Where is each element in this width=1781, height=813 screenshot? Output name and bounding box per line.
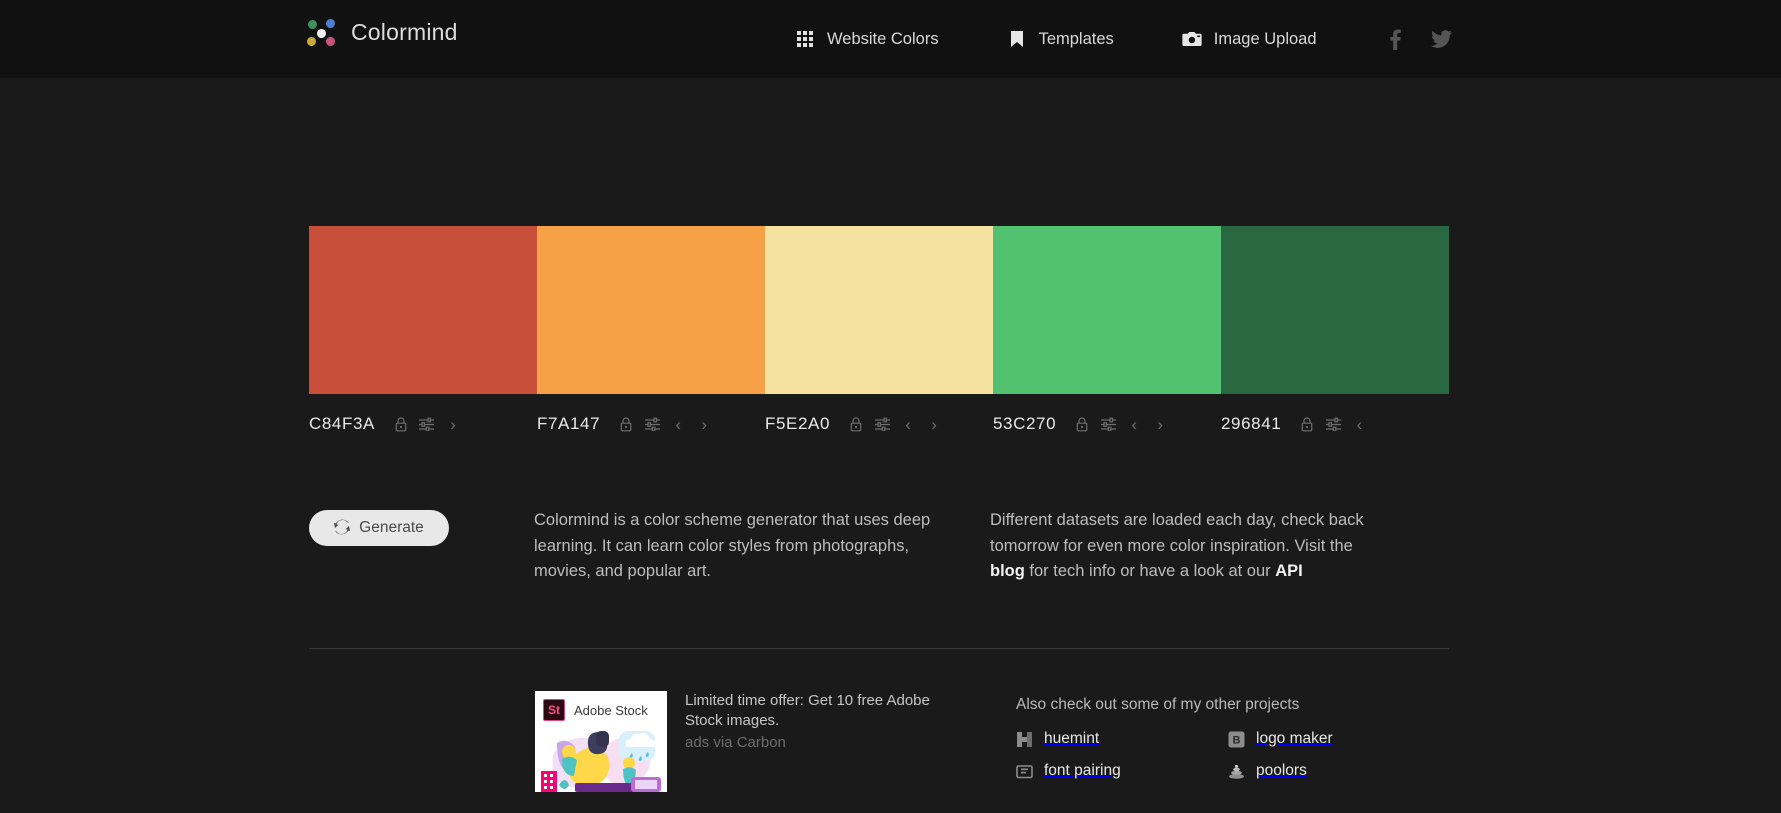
- project-name: logo maker: [1256, 730, 1333, 747]
- sliders-icon[interactable]: [869, 413, 895, 435]
- twitter-icon[interactable]: [1431, 30, 1452, 48]
- prev-color-button[interactable]: ‹: [665, 413, 691, 435]
- color-swatch[interactable]: [309, 226, 537, 394]
- palette-controls: C84F3A › F7A147 ‹ › F5E2A0 ‹ › 53C270 ‹ …: [309, 411, 1449, 437]
- refresh-icon: [334, 519, 351, 538]
- brand-logo[interactable]: Colormind: [305, 17, 458, 48]
- ad-attribution[interactable]: ads via Carbon: [685, 734, 935, 751]
- facebook-icon[interactable]: [1390, 29, 1401, 50]
- nav-label-templates: Templates: [1038, 29, 1114, 48]
- projects-title: Also check out some of my other projects: [1016, 696, 1300, 713]
- ad-copy: Limited time offer: Get 10 free Adobe St…: [685, 691, 935, 792]
- prev-color-button[interactable]: ‹: [895, 413, 921, 435]
- logo-dot-green: [306, 18, 319, 31]
- ad-headline[interactable]: Limited time offer: Get 10 free Adobe St…: [685, 691, 935, 731]
- project-link-logo-maker[interactable]: B logo maker: [1228, 730, 1333, 748]
- poolors-icon: [1228, 763, 1245, 780]
- swatch-controls: C84F3A ›: [309, 411, 537, 437]
- bookmark-icon: [1007, 29, 1027, 49]
- grid-icon: [795, 29, 815, 49]
- hex-value[interactable]: F7A147: [537, 414, 600, 434]
- nav-item-image-upload[interactable]: Image Upload: [1182, 0, 1317, 78]
- color-swatch[interactable]: [765, 226, 993, 394]
- sliders-icon[interactable]: [1320, 413, 1346, 435]
- social-links: [1390, 0, 1452, 78]
- swatch-controls: F5E2A0 ‹ ›: [765, 411, 993, 437]
- next-color-button[interactable]: ›: [1147, 413, 1173, 435]
- project-name: huemint: [1044, 730, 1100, 747]
- blog-link[interactable]: blog: [990, 562, 1025, 580]
- color-palette: [309, 226, 1449, 394]
- project-link-font-pairing[interactable]: font pairing: [1016, 762, 1228, 780]
- prev-color-button[interactable]: ‹: [1121, 413, 1147, 435]
- adobe-stock-name: Adobe Stock: [574, 702, 648, 718]
- next-color-button[interactable]: ›: [691, 413, 717, 435]
- camera-icon: [1182, 29, 1202, 49]
- svg-text:B: B: [1233, 734, 1241, 746]
- project-link-huemint[interactable]: huemint: [1016, 730, 1228, 748]
- hex-value[interactable]: 53C270: [993, 414, 1056, 434]
- logo-dot-pink: [324, 35, 337, 48]
- logo-dot-white: [315, 27, 328, 40]
- brand-name: Colormind: [351, 18, 458, 45]
- huemint-icon: [1016, 731, 1033, 748]
- generate-label: Generate: [359, 519, 424, 536]
- about-right-part1: Different datasets are loaded each day, …: [990, 511, 1364, 555]
- lock-icon[interactable]: [1294, 413, 1320, 435]
- swatch-controls: 53C270 ‹ ›: [993, 411, 1221, 437]
- about-left-text: Colormind is a color scheme generator th…: [534, 511, 931, 580]
- color-swatch[interactable]: [537, 226, 765, 394]
- main-nav: Website Colors Templates Image Upload: [795, 0, 1317, 78]
- adobe-st-badge: St: [543, 699, 565, 721]
- project-link-poolors[interactable]: poolors: [1228, 762, 1333, 780]
- lock-icon[interactable]: [613, 413, 639, 435]
- divider-top: [309, 648, 1449, 649]
- sliders-icon[interactable]: [414, 413, 440, 435]
- site-header: Colormind Website Colors Templates Image…: [0, 0, 1781, 78]
- next-color-button[interactable]: ›: [440, 413, 466, 435]
- lock-icon[interactable]: [1069, 413, 1095, 435]
- nav-label-website-colors: Website Colors: [827, 29, 939, 48]
- projects-grid: huemint B logo maker font pairing poolor…: [1016, 730, 1333, 780]
- about-right-part2: for tech info or have a look at our: [1024, 562, 1276, 580]
- logo-maker-icon: B: [1228, 731, 1245, 748]
- ad-illustration: [541, 731, 661, 792]
- carbon-ad: St Adobe Stock Limited time offer: Get 1…: [535, 691, 935, 792]
- generate-button[interactable]: Generate: [309, 510, 449, 546]
- hex-value[interactable]: C84F3A: [309, 414, 375, 434]
- project-name: poolors: [1256, 762, 1307, 779]
- lock-icon[interactable]: [843, 413, 869, 435]
- lock-icon[interactable]: [388, 413, 414, 435]
- swatch-controls: 296841 ‹: [1221, 411, 1449, 437]
- sliders-icon[interactable]: [1095, 413, 1121, 435]
- prev-color-button[interactable]: ‹: [1346, 413, 1372, 435]
- adobe-stock-logo: St Adobe Stock: [543, 699, 648, 721]
- colormind-dots-icon: [305, 17, 337, 48]
- next-color-button[interactable]: ›: [921, 413, 947, 435]
- font-pairing-icon: [1016, 763, 1033, 780]
- hex-value[interactable]: F5E2A0: [765, 414, 830, 434]
- nav-label-image-upload: Image Upload: [1213, 29, 1317, 48]
- sliders-icon[interactable]: [639, 413, 665, 435]
- logo-dot-yellow: [305, 35, 318, 48]
- nav-item-templates[interactable]: Templates: [1007, 0, 1114, 78]
- ad-image[interactable]: St Adobe Stock: [535, 691, 667, 792]
- color-swatch[interactable]: [993, 226, 1221, 394]
- swatch-controls: F7A147 ‹ ›: [537, 411, 765, 437]
- nav-item-website-colors[interactable]: Website Colors: [795, 0, 939, 78]
- about-right-text: Different datasets are loaded each day, …: [990, 508, 1380, 585]
- other-projects: Also check out some of my other projects…: [1016, 696, 1333, 780]
- hex-value[interactable]: 296841: [1221, 414, 1281, 434]
- color-swatch[interactable]: [1221, 226, 1449, 394]
- project-name: font pairing: [1044, 762, 1121, 779]
- logo-dot-blue: [324, 17, 337, 30]
- api-link[interactable]: API: [1275, 562, 1303, 580]
